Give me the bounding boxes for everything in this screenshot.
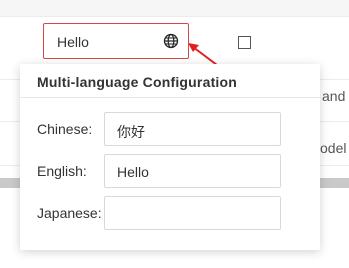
background-cell-text: and (322, 88, 346, 104)
chinese-input[interactable]: 你好 (104, 112, 281, 146)
globe-icon[interactable] (163, 33, 179, 49)
multilang-text-field[interactable]: Hello (43, 23, 189, 59)
popover-divider (20, 97, 320, 98)
lang-row-english: English: Hello (20, 154, 320, 188)
background-cell-text: odel (320, 140, 347, 156)
row-checkbox[interactable] (238, 36, 251, 49)
lang-row-chinese: Chinese: 你好 (20, 112, 320, 146)
english-input[interactable]: Hello (104, 154, 281, 188)
lang-label: English: (37, 163, 87, 179)
field-value: Hello (57, 34, 89, 50)
input-value: 你好 (117, 124, 145, 140)
lang-row-japanese: Japanese: (20, 196, 320, 230)
lang-label: Japanese: (37, 205, 102, 221)
input-value: Hello (117, 164, 149, 180)
table-header (0, 0, 349, 16)
lang-label: Chinese: (37, 121, 93, 137)
multilang-config-popover: Multi-language Configuration Chinese: 你好… (20, 64, 320, 250)
japanese-input[interactable] (104, 196, 281, 230)
header-divider (0, 16, 349, 17)
popover-title: Multi-language Configuration (37, 74, 238, 90)
